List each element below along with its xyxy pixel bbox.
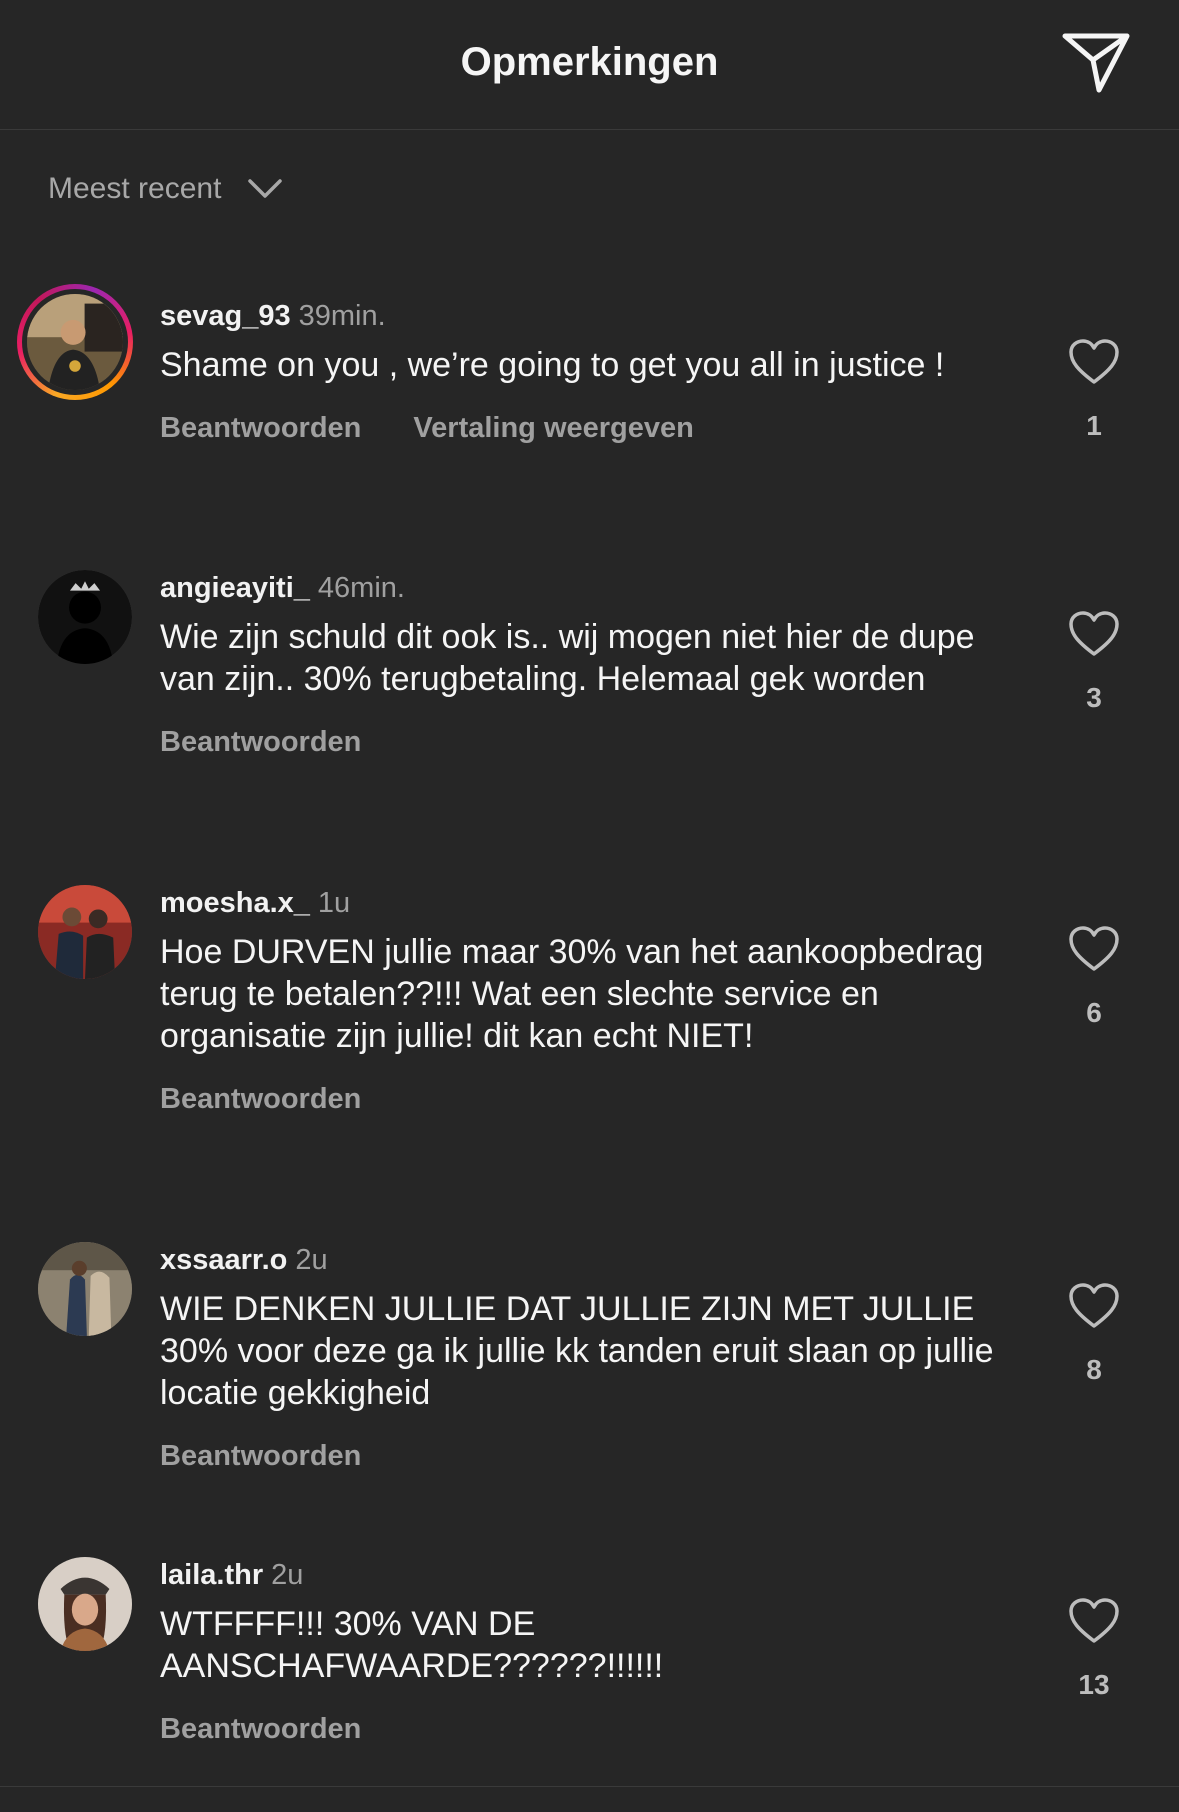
chevron-down-icon [248,179,283,198]
comment-username[interactable]: laila.thr [160,1559,263,1591]
like-group: 6 [1066,925,1122,1029]
page-title: Opmerkingen [460,40,719,84]
reply-button[interactable]: Beantwoorden [160,726,361,759]
avatar [22,289,128,395]
avatar-image [27,294,123,390]
comment-time: 46min. [317,572,405,604]
heart-icon[interactable] [1068,925,1120,973]
like-count: 8 [1086,1354,1102,1385]
comments-screen: Opmerkingen Meest recent sevag_93 39min.… [0,0,1179,1812]
comment-username[interactable]: xssaarr.o [160,1244,287,1276]
comment-body: angieayiti_ 46min. Wie zijn schuld dit oo… [160,570,1000,759]
like-group: 8 [1066,1282,1122,1386]
comment-text: WTFFFF!!! 30% VAN DE AANSCHAFWAARDE?????… [160,1605,664,1685]
avatar-story-ring[interactable] [17,284,133,400]
avatar-image [38,1557,132,1651]
reply-button[interactable]: Beantwoorden [160,1713,361,1746]
avatar-image [38,1242,132,1336]
comment-username[interactable]: sevag_93 [160,300,291,332]
avatar[interactable] [38,1242,132,1336]
like-count: 13 [1078,1669,1110,1700]
show-translation-button[interactable]: Vertaling weergeven [413,412,693,445]
like-group: 3 [1066,610,1122,714]
avatar-image [38,570,132,664]
avatar[interactable] [38,885,132,979]
paper-plane-icon [1062,33,1130,93]
like-count: 6 [1086,997,1102,1028]
avatar[interactable] [38,570,132,664]
comment-time: 2u [295,1244,328,1276]
like-group: 13 [1066,1597,1122,1701]
header: Opmerkingen [0,0,1179,130]
reply-button[interactable]: Beantwoorden [160,1083,361,1116]
avatar-image [38,885,132,979]
reply-button[interactable]: Beantwoorden [160,412,361,445]
comment-username[interactable]: angieayiti_ [160,572,310,604]
comment-time: 2u [271,1559,304,1591]
comment-body: xssaarr.o 2u WIE DENKEN JULLIE DAT JULLIE… [160,1242,1000,1473]
comment-body: laila.thr 2u WTFFFF!!! 30% VAN DE AANSCHA… [160,1557,1000,1746]
comment-text: WIE DENKEN JULLIE DAT JULLIE ZIJN MET JU… [160,1290,994,1412]
like-count: 1 [1086,410,1102,441]
sort-label: Meest recent [48,172,222,205]
heart-icon[interactable] [1068,1597,1120,1645]
sort-dropdown[interactable]: Meest recent [48,172,283,206]
heart-icon[interactable] [1068,338,1120,386]
comment-time: 39min. [298,300,386,332]
reply-button[interactable]: Beantwoorden [160,1440,361,1473]
avatar[interactable] [38,1557,132,1651]
comment-text: Wie zijn schuld dit ook is.. wij mogen n… [160,618,975,698]
comment-text: Hoe DURVEN jullie maar 30% van het aanko… [160,933,984,1055]
comment-body: sevag_93 39min. Shame on you , we’re goin… [160,298,1000,445]
comment-text: Shame on you , we’re going to get you al… [160,346,945,384]
like-count: 3 [1086,682,1102,713]
heart-icon[interactable] [1068,610,1120,658]
divider [0,1786,1179,1787]
share-button[interactable] [1061,30,1131,96]
heart-icon[interactable] [1068,1282,1120,1330]
like-group: 1 [1066,338,1122,442]
comment-time: 1u [317,887,351,919]
comment-username[interactable]: moesha.x_ [160,887,310,919]
comment-body: moesha.x_ 1u Hoe DURVEN jullie maar 30% v… [160,885,1000,1116]
